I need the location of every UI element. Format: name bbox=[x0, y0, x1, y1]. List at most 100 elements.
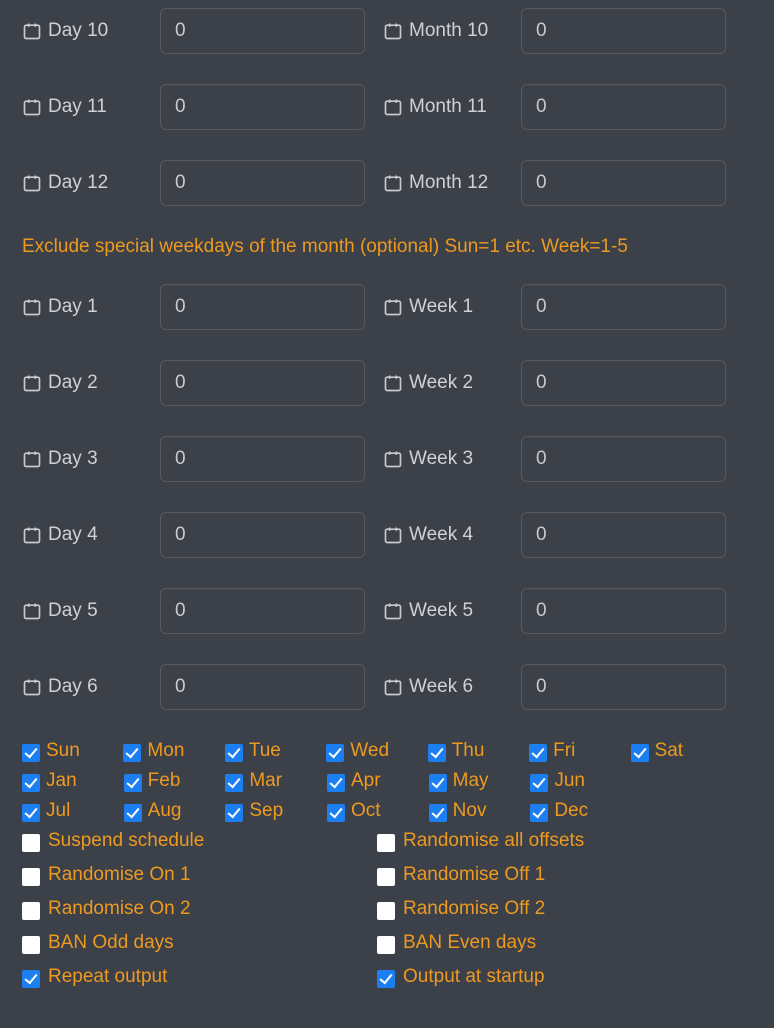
calendar-icon bbox=[383, 677, 403, 697]
calendar-icon bbox=[22, 97, 42, 117]
months-item-nov: Nov bbox=[429, 800, 531, 822]
option-randomise-off-1: Randomise Off 1 bbox=[377, 864, 752, 886]
checkbox-randomise-off-2[interactable] bbox=[377, 902, 395, 920]
field-label: Day 4 bbox=[22, 524, 160, 546]
number-input[interactable] bbox=[160, 84, 365, 130]
months-item-sep: Sep bbox=[225, 800, 327, 822]
checkbox-ban-even-days[interactable] bbox=[377, 936, 395, 954]
checkbox-tue[interactable] bbox=[225, 744, 243, 762]
checkbox-label: Tue bbox=[249, 740, 281, 762]
field-label-text: Day 2 bbox=[48, 372, 98, 394]
number-input[interactable] bbox=[160, 436, 365, 482]
field-label: Month 10 bbox=[383, 20, 521, 42]
checkbox-label: Sep bbox=[249, 800, 283, 822]
number-input[interactable] bbox=[521, 8, 726, 54]
field-label: Day 12 bbox=[22, 172, 160, 194]
option-label: Suspend schedule bbox=[48, 830, 204, 852]
option-randomise-on-1: Randomise On 1 bbox=[22, 864, 377, 886]
field-label-text: Day 11 bbox=[48, 96, 107, 118]
months-item-may: May bbox=[429, 770, 531, 792]
option-randomise-all-offsets: Randomise all offsets bbox=[377, 830, 752, 852]
option-label: Randomise On 1 bbox=[48, 864, 191, 886]
field-label: Day 11 bbox=[22, 96, 160, 118]
number-input[interactable] bbox=[521, 84, 726, 130]
checkbox-apr[interactable] bbox=[327, 774, 345, 792]
checkbox-wed[interactable] bbox=[326, 744, 344, 762]
number-input[interactable] bbox=[160, 284, 365, 330]
checkbox-sep[interactable] bbox=[225, 804, 243, 822]
days-item-mon: Mon bbox=[123, 740, 224, 762]
checkbox-randomise-on-1[interactable] bbox=[22, 868, 40, 886]
checkbox-sun[interactable] bbox=[22, 744, 40, 762]
checkbox-output-at-startup[interactable] bbox=[377, 970, 395, 988]
options-grid: Suspend schedule Randomise all offsets Ran… bbox=[22, 830, 752, 988]
checkbox-jan[interactable] bbox=[22, 774, 40, 792]
calendar-icon bbox=[383, 601, 403, 621]
number-input[interactable] bbox=[160, 588, 365, 634]
number-input[interactable] bbox=[521, 588, 726, 634]
checkbox-ban-odd-days[interactable] bbox=[22, 936, 40, 954]
months-item-dec: Dec bbox=[530, 800, 632, 822]
checkbox-label: Jan bbox=[46, 770, 77, 792]
months-item-feb: Feb bbox=[124, 770, 226, 792]
checkbox-repeat-output[interactable] bbox=[22, 970, 40, 988]
field-label-text: Day 12 bbox=[48, 172, 108, 194]
checkbox-label: Oct bbox=[351, 800, 381, 822]
number-input[interactable] bbox=[521, 664, 726, 710]
checkbox-jun[interactable] bbox=[530, 774, 548, 792]
field-label: Week 5 bbox=[383, 600, 521, 622]
field-label-text: Week 4 bbox=[409, 524, 473, 546]
number-input[interactable] bbox=[521, 284, 726, 330]
number-input[interactable] bbox=[160, 8, 365, 54]
number-input[interactable] bbox=[521, 512, 726, 558]
field-label-text: Week 3 bbox=[409, 448, 473, 470]
number-input[interactable] bbox=[160, 664, 365, 710]
number-input[interactable] bbox=[160, 160, 365, 206]
calendar-icon bbox=[383, 21, 403, 41]
field-label-text: Day 10 bbox=[48, 20, 108, 42]
days-item-sat: Sat bbox=[631, 740, 732, 762]
week_rows-row: Day 5Week 5 bbox=[22, 588, 752, 634]
checkbox-aug[interactable] bbox=[124, 804, 142, 822]
checkbox-nov[interactable] bbox=[429, 804, 447, 822]
checkbox-mar[interactable] bbox=[225, 774, 243, 792]
checkbox-mon[interactable] bbox=[123, 744, 141, 762]
months-item-mar: Mar bbox=[225, 770, 327, 792]
section-title-exclude-weekdays: Exclude special weekdays of the month (o… bbox=[22, 236, 752, 258]
checkbox-oct[interactable] bbox=[327, 804, 345, 822]
checkbox-sat[interactable] bbox=[631, 744, 649, 762]
calendar-icon bbox=[22, 297, 42, 317]
checkbox-suspend-schedule[interactable] bbox=[22, 834, 40, 852]
days-item-tue: Tue bbox=[225, 740, 326, 762]
number-input[interactable] bbox=[521, 436, 726, 482]
checkbox-label: Fri bbox=[553, 740, 575, 762]
checkbox-label: Jul bbox=[46, 800, 70, 822]
checkbox-randomise-all-offsets[interactable] bbox=[377, 834, 395, 852]
number-input[interactable] bbox=[521, 360, 726, 406]
field-label-text: Month 10 bbox=[409, 20, 488, 42]
field-label: Week 6 bbox=[383, 676, 521, 698]
field-label-text: Week 5 bbox=[409, 600, 473, 622]
option-label: Output at startup bbox=[403, 966, 545, 988]
months-item-jun: Jun bbox=[530, 770, 632, 792]
number-input[interactable] bbox=[521, 160, 726, 206]
checkbox-jul[interactable] bbox=[22, 804, 40, 822]
number-input[interactable] bbox=[160, 360, 365, 406]
field-label-text: Day 4 bbox=[48, 524, 98, 546]
week_rows-row: Day 4 Week 4 bbox=[22, 512, 752, 558]
number-input[interactable] bbox=[160, 512, 365, 558]
checkbox-thu[interactable] bbox=[428, 744, 446, 762]
option-label: Randomise Off 2 bbox=[403, 898, 545, 920]
week_rows-row: Day 2Week 2 bbox=[22, 360, 752, 406]
top_rows-row: Day 12Month 12 bbox=[22, 160, 752, 206]
checkbox-randomise-off-1[interactable] bbox=[377, 868, 395, 886]
checkbox-may[interactable] bbox=[429, 774, 447, 792]
checkbox-randomise-on-2[interactable] bbox=[22, 902, 40, 920]
checkbox-fri[interactable] bbox=[529, 744, 547, 762]
checkbox-label: Dec bbox=[554, 800, 588, 822]
checkbox-dec[interactable] bbox=[530, 804, 548, 822]
checkbox-feb[interactable] bbox=[124, 774, 142, 792]
checkbox-label: Feb bbox=[148, 770, 181, 792]
calendar-icon bbox=[22, 173, 42, 193]
option-label: Repeat output bbox=[48, 966, 167, 988]
